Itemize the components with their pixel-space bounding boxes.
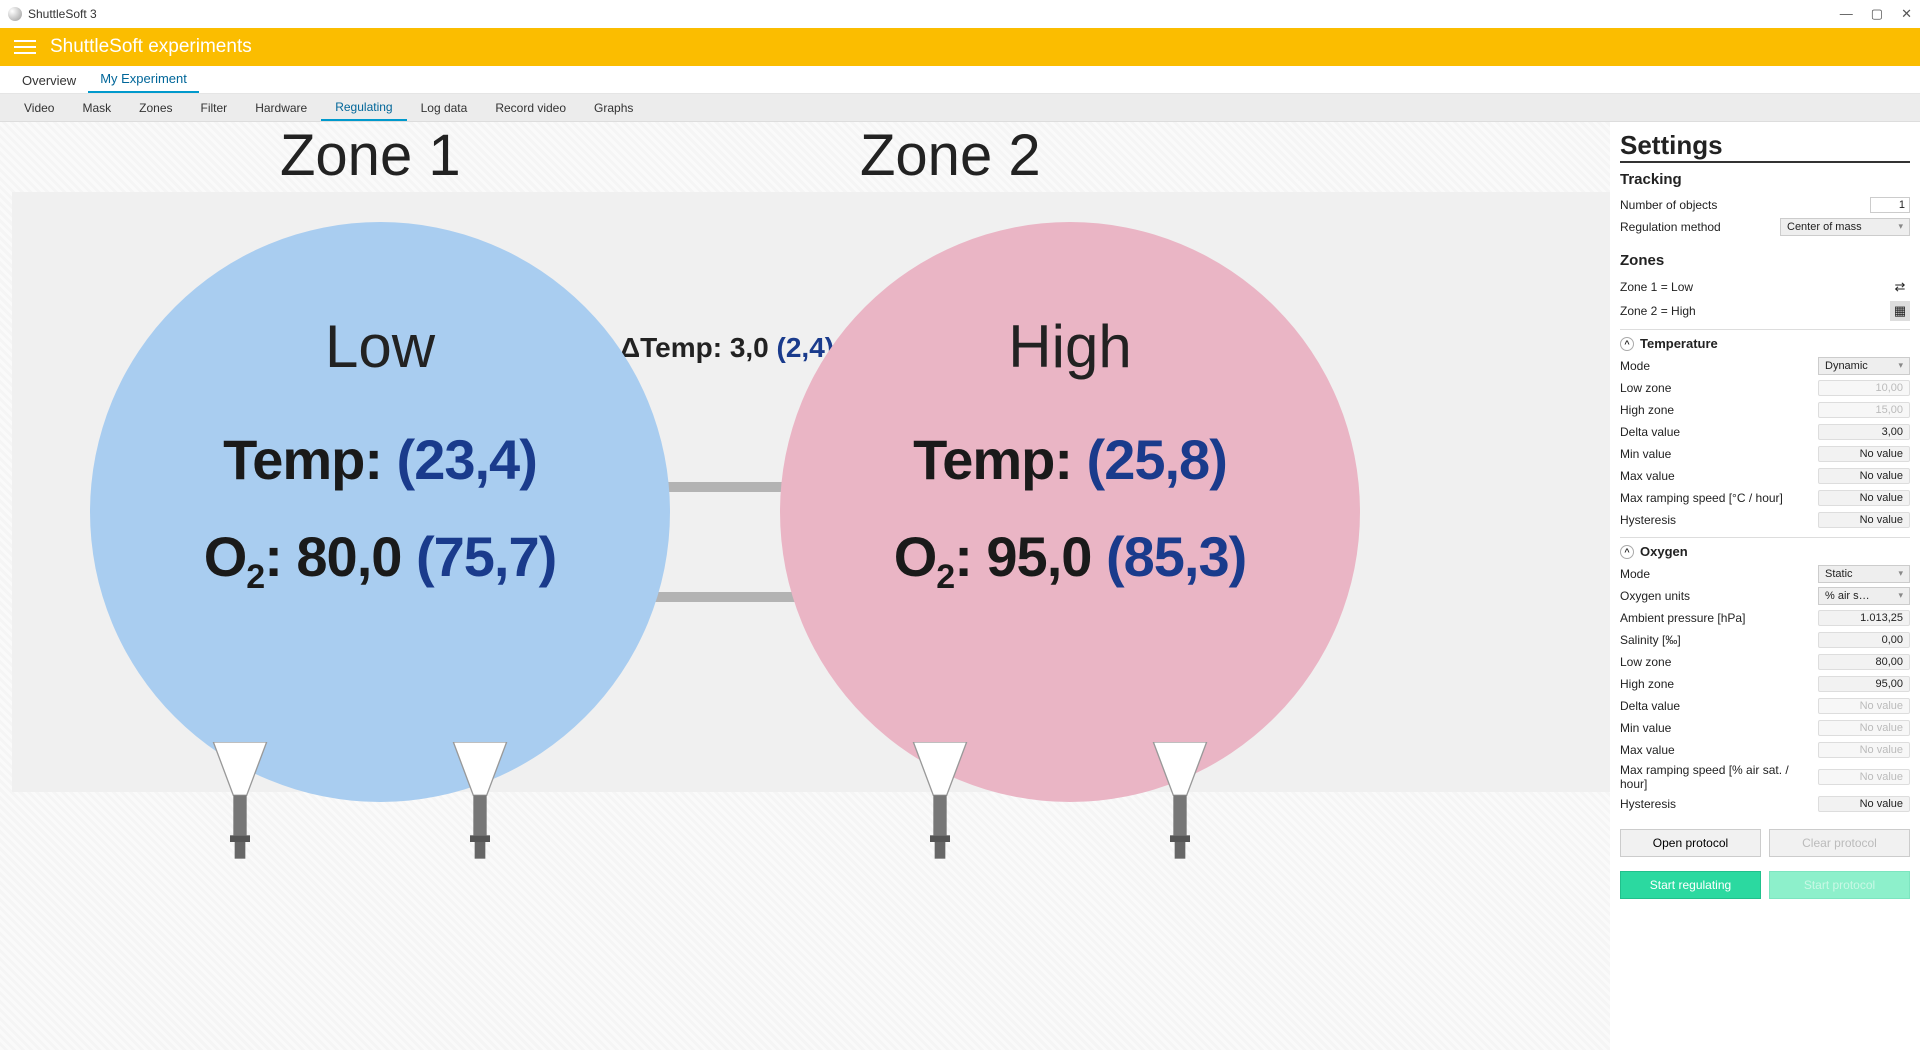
subtab-video[interactable]: Video <box>10 96 68 120</box>
oxy-low-label: Low zone <box>1620 655 1818 669</box>
temp-low-label: Low zone <box>1620 381 1818 395</box>
nozzle-icon <box>440 742 520 862</box>
oxy-max-input[interactable]: No value <box>1818 742 1910 758</box>
subtab-record-video[interactable]: Record video <box>481 96 580 120</box>
temperature-section-header[interactable]: ^ Temperature <box>1620 332 1910 355</box>
minimize-icon[interactable]: — <box>1840 6 1853 22</box>
chevron-up-icon: ^ <box>1620 545 1634 559</box>
close-icon[interactable]: ✕ <box>1901 6 1912 22</box>
start-regulating-button[interactable]: Start regulating <box>1620 871 1761 899</box>
temp-min-input[interactable]: No value <box>1818 446 1910 462</box>
nozzle-icon <box>900 742 980 862</box>
oxy-ramp-input[interactable]: No value <box>1818 769 1910 785</box>
oxy-ramp-label: Max ramping speed [% air sat. / hour] <box>1620 763 1818 791</box>
experiment-canvas: Zone 1 Zone 2 ΔTemp: 3,0 (2,4) Low Temp:… <box>0 122 1610 1050</box>
oxy-press-input[interactable]: 1.013,25 <box>1818 610 1910 626</box>
oxy-low-input[interactable]: 80,00 <box>1818 654 1910 670</box>
oxy-sal-input[interactable]: 0,00 <box>1818 632 1910 648</box>
oxy-mode-select[interactable]: Static <box>1818 565 1910 583</box>
temp-delta-label: Delta value <box>1620 425 1818 439</box>
nozzle-icon <box>1140 742 1220 862</box>
subtab-mask[interactable]: Mask <box>68 96 125 120</box>
zone1-o2-row: O2: 80,0 (75,7) <box>204 524 557 597</box>
tab-overview[interactable]: Overview <box>10 68 88 93</box>
oxy-mode-label: Mode <box>1620 567 1818 581</box>
temp-low-input[interactable]: 10,00 <box>1818 380 1910 396</box>
settings-title: Settings <box>1620 130 1910 163</box>
temp-max-input[interactable]: No value <box>1818 468 1910 484</box>
regulation-method-label: Regulation method <box>1620 220 1780 234</box>
temp-mode-select[interactable]: Dynamic <box>1818 357 1910 375</box>
zone2-action-icon[interactable]: ▦ <box>1890 301 1910 321</box>
subtab-graphs[interactable]: Graphs <box>580 96 647 120</box>
temp-max-label: Max value <box>1620 469 1818 483</box>
tracking-title: Tracking <box>1620 171 1910 188</box>
appbar-title: ShuttleSoft experiments <box>50 36 252 58</box>
zone2-o2-row: O2: 95,0 (85,3) <box>894 524 1247 597</box>
swap-zones-icon[interactable]: ⇄ <box>1890 277 1910 297</box>
zones-section-title: Zones <box>1620 252 1910 269</box>
clear-protocol-button[interactable]: Clear protocol <box>1769 829 1910 857</box>
nozzle-icon <box>200 742 280 862</box>
temp-mode-label: Mode <box>1620 359 1818 373</box>
oxy-high-label: High zone <box>1620 677 1818 691</box>
oxy-units-label: Oxygen units <box>1620 589 1818 603</box>
zone1-title: Zone 1 <box>280 122 461 189</box>
oxy-press-label: Ambient pressure [hPa] <box>1620 611 1818 625</box>
zone1-assignment: Zone 1 = Low <box>1620 280 1890 294</box>
subtab-filter[interactable]: Filter <box>187 96 242 120</box>
oxy-units-select[interactable]: % air s… <box>1818 587 1910 605</box>
num-objects-label: Number of objects <box>1620 198 1870 212</box>
oxy-delta-label: Delta value <box>1620 699 1818 713</box>
subtab-zones[interactable]: Zones <box>125 96 186 120</box>
temp-delta-input[interactable]: 3,00 <box>1818 424 1910 440</box>
oxy-max-label: Max value <box>1620 743 1818 757</box>
regulation-method-select[interactable]: Center of mass <box>1780 218 1910 236</box>
zone1-temp-row: Temp: (23,4) <box>223 427 537 492</box>
subtab-regulating[interactable]: Regulating <box>321 95 406 121</box>
primary-tabs: Overview My Experiment <box>0 66 1920 94</box>
open-protocol-button[interactable]: Open protocol <box>1620 829 1761 857</box>
oxy-min-input[interactable]: No value <box>1818 720 1910 736</box>
oxy-hyst-input[interactable]: No value <box>1818 796 1910 812</box>
zone2-circle: High Temp: (25,8) O2: 95,0 (85,3) <box>780 222 1360 802</box>
maximize-icon[interactable]: ▢ <box>1871 6 1883 22</box>
zone2-title: Zone 2 <box>860 122 1041 189</box>
subtab-hardware[interactable]: Hardware <box>241 96 321 120</box>
zone2-assignment: Zone 2 = High <box>1620 304 1890 318</box>
hamburger-menu-icon[interactable] <box>14 36 36 58</box>
temp-high-label: High zone <box>1620 403 1818 417</box>
temp-ramp-label: Max ramping speed [°C / hour] <box>1620 491 1818 505</box>
temp-hyst-input[interactable]: No value <box>1818 512 1910 528</box>
oxygen-section-header[interactable]: ^ Oxygen <box>1620 540 1910 563</box>
temp-hyst-label: Hysteresis <box>1620 513 1818 527</box>
oxy-high-input[interactable]: 95,00 <box>1818 676 1910 692</box>
app-bar: ShuttleSoft experiments <box>0 28 1920 66</box>
settings-panel: Settings Tracking Number of objects 1 Re… <box>1610 122 1920 1050</box>
oxy-sal-label: Salinity [‰] <box>1620 633 1818 647</box>
temp-min-label: Min value <box>1620 447 1818 461</box>
oxy-min-label: Min value <box>1620 721 1818 735</box>
app-icon <box>8 7 22 21</box>
window-titlebar: ShuttleSoft 3 — ▢ ✕ <box>0 0 1920 28</box>
tab-my-experiment[interactable]: My Experiment <box>88 66 199 93</box>
oxy-delta-input[interactable]: No value <box>1818 698 1910 714</box>
delta-temp-readout: ΔTemp: 3,0 (2,4) <box>620 332 834 364</box>
subtab-log-data[interactable]: Log data <box>407 96 482 120</box>
oxy-hyst-label: Hysteresis <box>1620 797 1818 811</box>
temp-ramp-input[interactable]: No value <box>1818 490 1910 506</box>
sub-tabs: Video Mask Zones Filter Hardware Regulat… <box>0 94 1920 122</box>
zone1-circle: Low Temp: (23,4) O2: 80,0 (75,7) <box>90 222 670 802</box>
temp-high-input[interactable]: 15,00 <box>1818 402 1910 418</box>
zone1-label: Low <box>325 312 435 381</box>
zone2-temp-row: Temp: (25,8) <box>913 427 1227 492</box>
start-protocol-button[interactable]: Start protocol <box>1769 871 1910 899</box>
window-title: ShuttleSoft 3 <box>28 7 97 21</box>
chevron-up-icon: ^ <box>1620 337 1634 351</box>
num-objects-input[interactable]: 1 <box>1870 197 1910 213</box>
zone2-label: High <box>1008 312 1131 381</box>
